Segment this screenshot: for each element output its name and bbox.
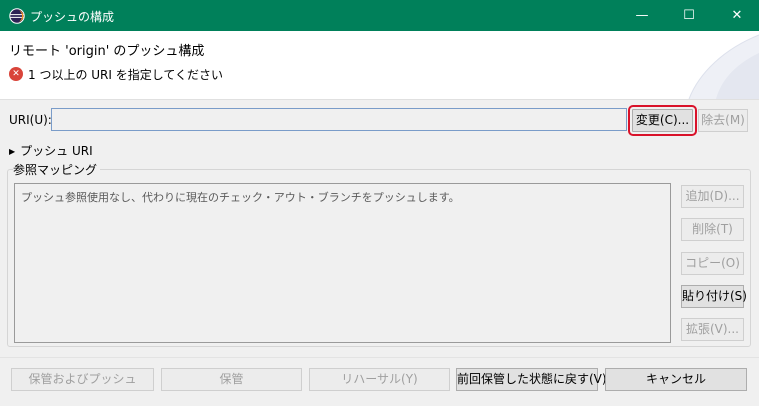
copy-button[interactable]: コピー(O)	[681, 252, 744, 275]
window-title: プッシュの構成	[30, 10, 115, 24]
header-separator	[0, 99, 759, 100]
save-button[interactable]: 保管	[161, 368, 302, 391]
expand-triangle-icon: ▶	[9, 147, 16, 156]
title-bar: プッシュの構成 — ☐ ✕	[0, 0, 759, 31]
paste-button[interactable]: 貼り付け(S)	[681, 285, 747, 308]
dialog-header: リモート 'origin' のプッシュ構成 ✕ 1 つ以上の URI を指定して…	[0, 31, 759, 99]
error-message: 1 つ以上の URI を指定してください	[28, 68, 224, 82]
ref-mapping-group-label: 参照マッピング	[13, 161, 101, 178]
change-uri-button[interactable]: 変更(C)...	[628, 105, 697, 136]
remove-uri-button[interactable]: 除去(M)	[698, 109, 748, 132]
eclipse-icon	[9, 8, 25, 24]
error-icon: ✕	[9, 67, 23, 81]
add-button[interactable]: 追加(D)...	[681, 185, 744, 208]
ref-mapping-list[interactable]: プッシュ参照使用なし、代わりに現在のチェック・アウト・ブランチをプッシュします。	[14, 183, 671, 343]
list-item[interactable]: プッシュ参照使用なし、代わりに現在のチェック・アウト・ブランチをプッシュします。	[21, 189, 460, 205]
expand-button[interactable]: 拡張(V)...	[681, 318, 744, 341]
cancel-button[interactable]: キャンセル	[605, 368, 747, 391]
header-banner-graphic	[688, 34, 759, 99]
rehearsal-button[interactable]: リハーサル(Y)	[309, 368, 450, 391]
maximize-button[interactable]: ☐	[669, 0, 709, 31]
push-uri-expander[interactable]: ▶ プッシュ URI	[9, 142, 93, 159]
minimize-button[interactable]: —	[622, 0, 662, 31]
close-button[interactable]: ✕	[717, 0, 757, 31]
push-uri-label: プッシュ URI	[20, 144, 93, 158]
save-and-push-button[interactable]: 保管およびプッシュ	[11, 368, 154, 391]
uri-label: URI(U):	[9, 113, 52, 127]
revert-button[interactable]: 前回保管した状態に戻す(V)	[456, 368, 607, 391]
uri-input[interactable]	[51, 108, 627, 131]
dialog-heading: リモート 'origin' のプッシュ構成	[9, 44, 205, 59]
footer-separator	[0, 357, 759, 358]
delete-button[interactable]: 削除(T)	[681, 218, 744, 241]
